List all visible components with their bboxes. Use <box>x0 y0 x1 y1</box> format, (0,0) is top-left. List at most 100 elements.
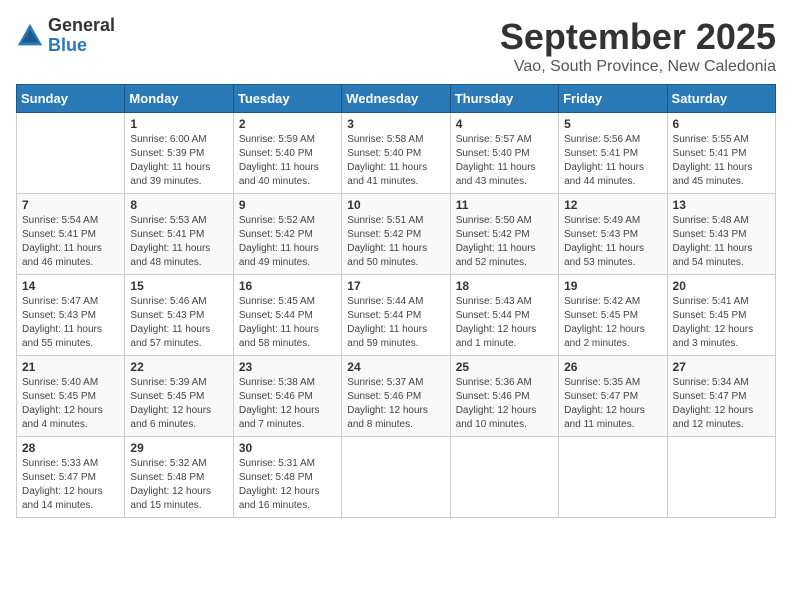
day-number: 7 <box>22 198 119 212</box>
calendar-cell: 17 Sunrise: 5:44 AM Sunset: 5:44 PM Dayli… <box>342 275 450 356</box>
weekday-header: Wednesday <box>342 85 450 113</box>
calendar-cell: 25Sunrise: 5:36 AM Sunset: 5:46 PM Dayli… <box>450 356 558 437</box>
day-number: 23 <box>239 360 336 374</box>
calendar-cell: 2Sunrise: 5:59 AM Sunset: 5:40 PM Daylig… <box>233 113 341 194</box>
location-title: Vao, South Province, New Caledonia <box>500 58 776 76</box>
cell-content: Sunrise: 5:38 AM Sunset: 5:46 PM Dayligh… <box>239 376 336 432</box>
cell-content: Sunrise: 5:31 AM Sunset: 5:48 PM Dayligh… <box>239 457 336 513</box>
day-number: 20 <box>673 279 770 293</box>
day-number: 9 <box>239 198 336 212</box>
day-number: 30 <box>239 441 336 455</box>
calendar-cell: 26 Sunrise: 5:35 AM Sunset: 5:47 PM Dayli… <box>559 356 667 437</box>
day-number: 1 <box>130 117 227 131</box>
calendar-cell <box>17 113 125 194</box>
day-number: 18 <box>456 279 553 293</box>
calendar-cell: 3 Sunrise: 5:58 AM Sunset: 5:40 PM Daylig… <box>342 113 450 194</box>
cell-content: Sunrise: 5:54 AM Sunset: 5:41 PM Dayligh… <box>22 214 119 270</box>
cell-content: Sunrise: 5:41 AM Sunset: 5:45 PM Dayligh… <box>673 295 770 351</box>
calendar-cell: 5 Sunrise: 5:56 AM Sunset: 5:41 PM Daylig… <box>559 113 667 194</box>
calendar-cell: 16Sunrise: 5:45 AM Sunset: 5:44 PM Dayli… <box>233 275 341 356</box>
calendar-week-row: 14 Sunrise: 5:47 AM Sunset: 5:43 PM Dayli… <box>17 275 776 356</box>
calendar-cell: 8Sunrise: 5:53 AM Sunset: 5:41 PM Daylig… <box>125 194 233 275</box>
calendar-cell: 6 Sunrise: 5:55 AM Sunset: 5:41 PM Daylig… <box>667 113 775 194</box>
day-number: 6 <box>673 117 770 131</box>
day-number: 27 <box>673 360 770 374</box>
day-number: 3 <box>347 117 444 131</box>
weekday-header-row: SundayMondayTuesdayWednesdayThursdayFrid… <box>17 85 776 113</box>
calendar-cell: 21Sunrise: 5:40 AM Sunset: 5:45 PM Dayli… <box>17 356 125 437</box>
logo-icon <box>16 22 44 50</box>
day-number: 25 <box>456 360 553 374</box>
cell-content: Sunrise: 5:57 AM Sunset: 5:40 PM Dayligh… <box>456 133 553 189</box>
calendar-week-row: 28 Sunrise: 5:33 AM Sunset: 5:47 PM Dayli… <box>17 437 776 518</box>
calendar-cell: 9 Sunrise: 5:52 AM Sunset: 5:42 PM Daylig… <box>233 194 341 275</box>
logo: General Blue <box>16 16 115 56</box>
day-number: 24 <box>347 360 444 374</box>
calendar-cell: 4 Sunrise: 5:57 AM Sunset: 5:40 PM Daylig… <box>450 113 558 194</box>
day-number: 26 <box>564 360 661 374</box>
calendar-week-row: 7 Sunrise: 5:54 AM Sunset: 5:41 PM Daylig… <box>17 194 776 275</box>
cell-content: Sunrise: 5:58 AM Sunset: 5:40 PM Dayligh… <box>347 133 444 189</box>
day-number: 5 <box>564 117 661 131</box>
cell-content: Sunrise: 5:59 AM Sunset: 5:40 PM Dayligh… <box>239 133 336 189</box>
calendar-cell: 28 Sunrise: 5:33 AM Sunset: 5:47 PM Dayli… <box>17 437 125 518</box>
cell-content: Sunrise: 5:50 AM Sunset: 5:42 PM Dayligh… <box>456 214 553 270</box>
cell-content: Sunrise: 5:34 AM Sunset: 5:47 PM Dayligh… <box>673 376 770 432</box>
logo-text: General Blue <box>48 16 115 56</box>
month-title: September 2025 <box>500 16 776 58</box>
day-number: 17 <box>347 279 444 293</box>
cell-content: Sunrise: 5:42 AM Sunset: 5:45 PM Dayligh… <box>564 295 661 351</box>
calendar-cell <box>342 437 450 518</box>
cell-content: Sunrise: 5:56 AM Sunset: 5:41 PM Dayligh… <box>564 133 661 189</box>
calendar-table: SundayMondayTuesdayWednesdayThursdayFrid… <box>16 84 776 518</box>
calendar-cell: 30 Sunrise: 5:31 AM Sunset: 5:48 PM Dayli… <box>233 437 341 518</box>
calendar-cell: 23 Sunrise: 5:38 AM Sunset: 5:46 PM Dayli… <box>233 356 341 437</box>
calendar-cell: 22Sunrise: 5:39 AM Sunset: 5:45 PM Dayli… <box>125 356 233 437</box>
calendar-week-row: 21Sunrise: 5:40 AM Sunset: 5:45 PM Dayli… <box>17 356 776 437</box>
calendar-cell: 11 Sunrise: 5:50 AM Sunset: 5:42 PM Dayli… <box>450 194 558 275</box>
calendar-cell: 19 Sunrise: 5:42 AM Sunset: 5:45 PM Dayli… <box>559 275 667 356</box>
page-header: General Blue September 2025 Vao, South P… <box>16 16 776 76</box>
cell-content: Sunrise: 5:43 AM Sunset: 5:44 PM Dayligh… <box>456 295 553 351</box>
day-number: 12 <box>564 198 661 212</box>
calendar-cell: 7 Sunrise: 5:54 AM Sunset: 5:41 PM Daylig… <box>17 194 125 275</box>
logo-blue: Blue <box>48 36 115 56</box>
day-number: 28 <box>22 441 119 455</box>
cell-content: Sunrise: 5:49 AM Sunset: 5:43 PM Dayligh… <box>564 214 661 270</box>
day-number: 19 <box>564 279 661 293</box>
day-number: 4 <box>456 117 553 131</box>
calendar-cell <box>559 437 667 518</box>
weekday-header: Sunday <box>17 85 125 113</box>
day-number: 10 <box>347 198 444 212</box>
day-number: 29 <box>130 441 227 455</box>
day-number: 21 <box>22 360 119 374</box>
day-number: 16 <box>239 279 336 293</box>
cell-content: Sunrise: 5:52 AM Sunset: 5:42 PM Dayligh… <box>239 214 336 270</box>
cell-content: Sunrise: 5:33 AM Sunset: 5:47 PM Dayligh… <box>22 457 119 513</box>
cell-content: Sunrise: 5:51 AM Sunset: 5:42 PM Dayligh… <box>347 214 444 270</box>
calendar-cell: 13Sunrise: 5:48 AM Sunset: 5:43 PM Dayli… <box>667 194 775 275</box>
calendar-cell: 27 Sunrise: 5:34 AM Sunset: 5:47 PM Dayli… <box>667 356 775 437</box>
calendar-cell: 29 Sunrise: 5:32 AM Sunset: 5:48 PM Dayli… <box>125 437 233 518</box>
calendar-cell <box>667 437 775 518</box>
cell-content: Sunrise: 5:55 AM Sunset: 5:41 PM Dayligh… <box>673 133 770 189</box>
cell-content: Sunrise: 5:46 AM Sunset: 5:43 PM Dayligh… <box>130 295 227 351</box>
weekday-header: Saturday <box>667 85 775 113</box>
day-number: 11 <box>456 198 553 212</box>
cell-content: Sunrise: 5:48 AM Sunset: 5:43 PM Dayligh… <box>673 214 770 270</box>
calendar-cell: 15Sunrise: 5:46 AM Sunset: 5:43 PM Dayli… <box>125 275 233 356</box>
cell-content: Sunrise: 5:53 AM Sunset: 5:41 PM Dayligh… <box>130 214 227 270</box>
cell-content: Sunrise: 5:32 AM Sunset: 5:48 PM Dayligh… <box>130 457 227 513</box>
weekday-header: Thursday <box>450 85 558 113</box>
calendar-week-row: 1Sunrise: 6:00 AM Sunset: 5:39 PM Daylig… <box>17 113 776 194</box>
day-number: 14 <box>22 279 119 293</box>
calendar-cell: 10 Sunrise: 5:51 AM Sunset: 5:42 PM Dayli… <box>342 194 450 275</box>
calendar-cell: 24Sunrise: 5:37 AM Sunset: 5:46 PM Dayli… <box>342 356 450 437</box>
calendar-cell: 12 Sunrise: 5:49 AM Sunset: 5:43 PM Dayli… <box>559 194 667 275</box>
calendar-cell <box>450 437 558 518</box>
day-number: 22 <box>130 360 227 374</box>
cell-content: Sunrise: 5:44 AM Sunset: 5:44 PM Dayligh… <box>347 295 444 351</box>
cell-content: Sunrise: 5:47 AM Sunset: 5:43 PM Dayligh… <box>22 295 119 351</box>
calendar-cell: 14 Sunrise: 5:47 AM Sunset: 5:43 PM Dayli… <box>17 275 125 356</box>
cell-content: Sunrise: 5:35 AM Sunset: 5:47 PM Dayligh… <box>564 376 661 432</box>
